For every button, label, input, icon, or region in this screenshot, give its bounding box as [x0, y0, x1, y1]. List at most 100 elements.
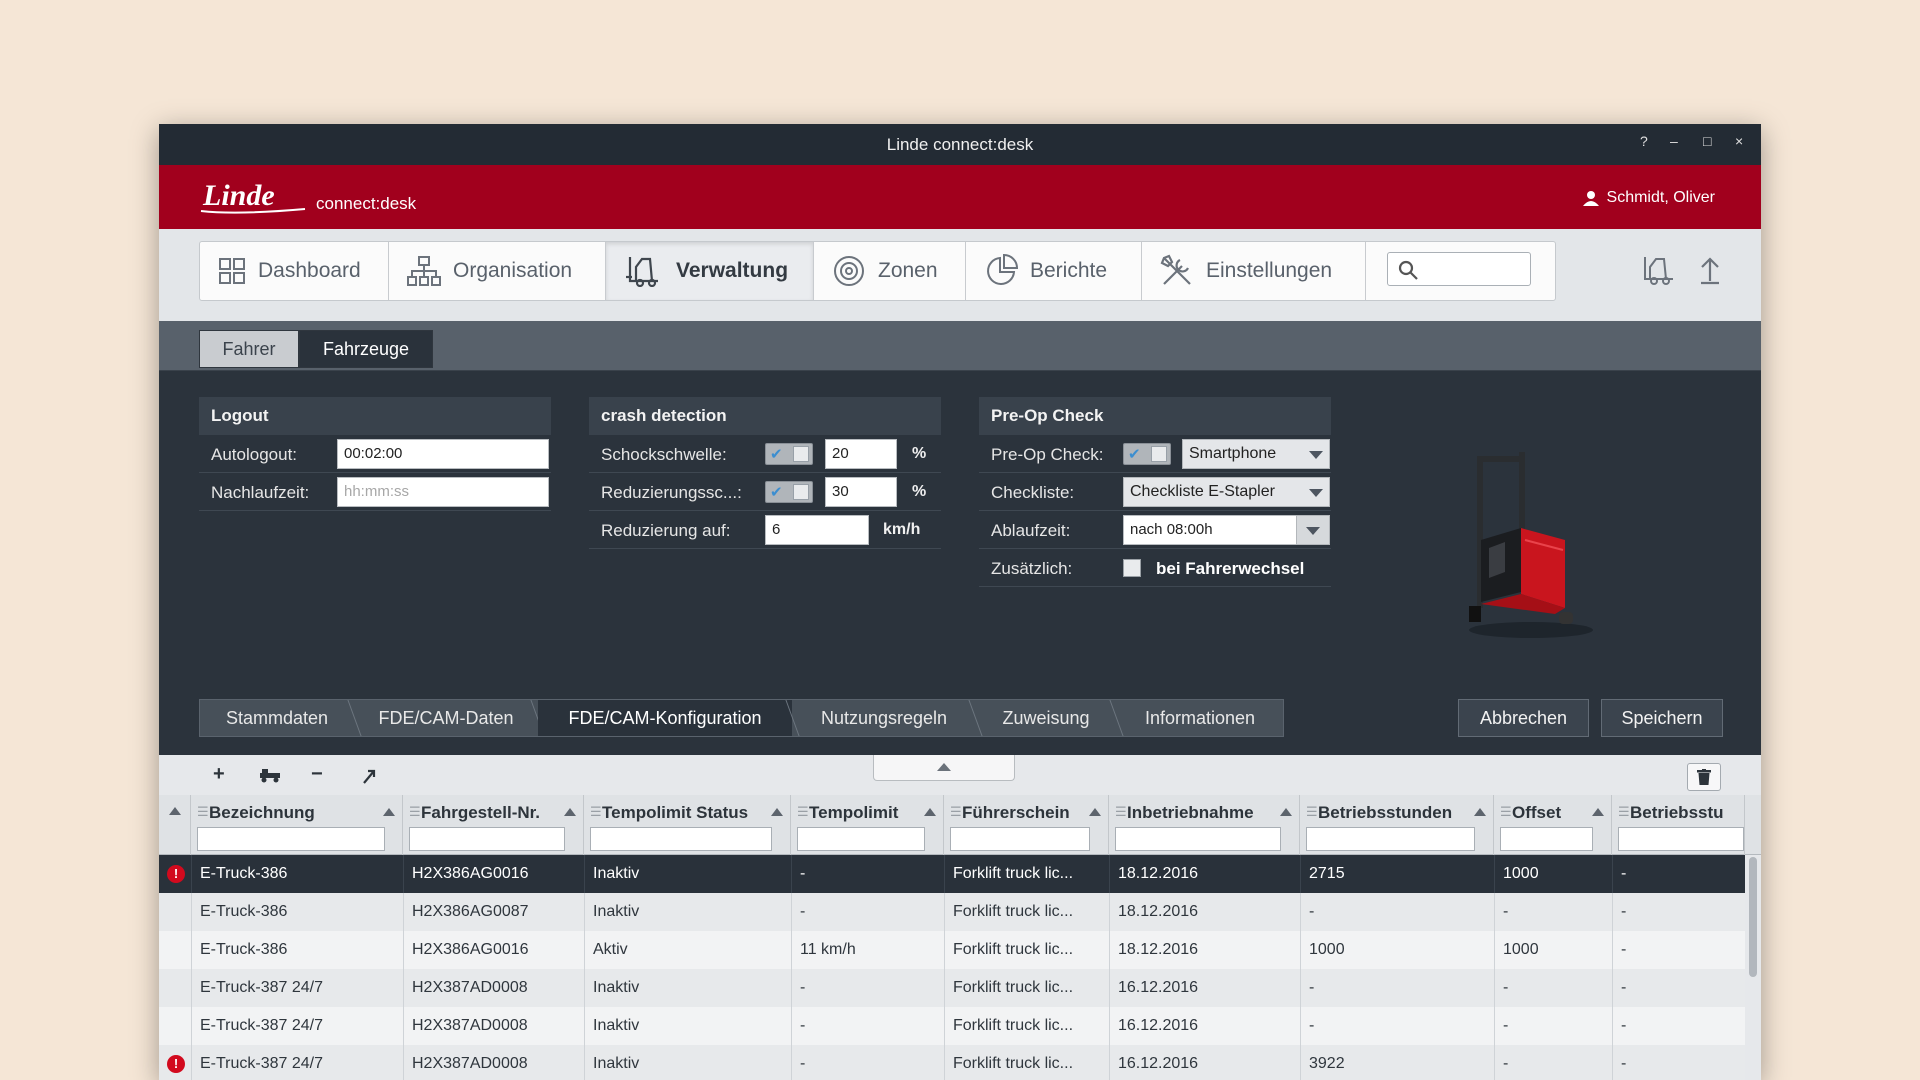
filter-input[interactable]	[1306, 827, 1475, 851]
save-button[interactable]: Speichern	[1601, 699, 1723, 737]
chevron-down-icon	[1309, 489, 1323, 497]
user-icon	[1582, 191, 1599, 206]
main-nav-area: Dashboard Organisation Verwaltung Zonen …	[159, 229, 1761, 321]
ablaufzeit-field[interactable]: nach 08:00h	[1123, 515, 1297, 545]
add-row-button[interactable]: +	[213, 763, 225, 786]
nav-einstellungen[interactable]: Einstellungen	[1142, 242, 1366, 300]
tab-fahrer[interactable]: Fahrer	[199, 330, 299, 368]
reduzierung-auf-field[interactable]: 6	[765, 515, 869, 545]
table-row[interactable]: E-Truck-387 24/7 H2X387AD0008 Inaktiv - Fork…	[159, 1007, 1745, 1045]
step-nutzungsregeln[interactable]: Nutzungsregeln	[793, 700, 975, 736]
ablaufzeit-label: Ablaufzeit:	[991, 521, 1071, 540]
truck-icon[interactable]	[1641, 255, 1677, 285]
brand-bar: Linde connect:desk Schmidt, Oliver	[159, 165, 1761, 229]
header-bezeichnung[interactable]: ☰ Bezeichnung	[191, 795, 403, 855]
filter-input[interactable]	[197, 827, 385, 851]
fahrerwechsel-checkbox[interactable]	[1123, 559, 1141, 577]
trash-icon	[1697, 769, 1711, 785]
step-fde-cam-daten[interactable]: FDE/CAM-Daten	[355, 700, 537, 736]
table-cell: -	[1612, 893, 1745, 931]
header-fuehrerschein[interactable]: ☰ Führerschein	[944, 795, 1109, 855]
checkliste-label: Checkliste:	[991, 483, 1075, 502]
autologout-field[interactable]: 00:02:00	[337, 439, 549, 469]
help-icon[interactable]: ?	[1640, 133, 1648, 149]
filter-input[interactable]	[1115, 827, 1281, 851]
panel-title: Logout	[199, 397, 551, 435]
header-status-col[interactable]	[159, 795, 191, 855]
header-inbetriebnahme[interactable]: ☰ Inbetriebnahme	[1109, 795, 1300, 855]
ablaufzeit-dropdown-button[interactable]	[1296, 515, 1330, 545]
pre-op-check-toggle[interactable]: ✔	[1123, 443, 1171, 465]
collapse-toggle[interactable]	[873, 755, 1015, 781]
close-icon[interactable]: ×	[1735, 133, 1743, 149]
sub-tabs: Fahrer Fahrzeuge	[159, 321, 1761, 371]
nav-dashboard[interactable]: Dashboard	[200, 242, 389, 300]
checkliste-dropdown[interactable]: Checkliste E-Stapler	[1123, 477, 1330, 507]
table-cell: -	[1612, 969, 1745, 1007]
filter-input[interactable]	[409, 827, 565, 851]
table-row[interactable]: ! E-Truck-386 H2X386AG0016 Inaktiv - Forklift…	[159, 855, 1745, 893]
step-stammdaten[interactable]: Stammdaten	[200, 700, 354, 736]
table-cell: E-Truck-386	[191, 931, 403, 969]
nav-verwaltung[interactable]: Verwaltung	[606, 242, 814, 300]
tab-fahrzeuge[interactable]: Fahrzeuge	[299, 330, 433, 368]
table-cell: Forklift truck lic...	[944, 893, 1109, 931]
step-informationen[interactable]: Informationen	[1117, 700, 1283, 736]
app-name: connect:desk	[316, 194, 417, 213]
nav-zonen[interactable]: Zonen	[814, 242, 966, 300]
table-cell: Forklift truck lic...	[944, 1045, 1109, 1080]
table-cell: Inaktiv	[584, 893, 791, 931]
header-offset[interactable]: ☰ Offset	[1494, 795, 1612, 855]
remove-row-button[interactable]: −	[311, 763, 323, 786]
dashboard-grid-icon	[219, 258, 245, 284]
pre-op-device-dropdown[interactable]: Smartphone	[1182, 439, 1330, 469]
undo-icon[interactable]	[361, 765, 377, 785]
check-icon: ✔	[770, 446, 783, 463]
cancel-button[interactable]: Abbrechen	[1458, 699, 1589, 737]
step-fde-cam-konfiguration[interactable]: FDE/CAM-Konfiguration	[538, 700, 792, 736]
minimize-icon[interactable]: –	[1670, 133, 1678, 149]
nav-label: Organisation	[453, 259, 573, 282]
nav-organisation[interactable]: Organisation	[389, 242, 606, 300]
table-row[interactable]: E-Truck-386 H2X386AG0087 Inaktiv - Forklift …	[159, 893, 1745, 931]
table-row[interactable]: ! E-Truck-387 24/7 H2X387AD0008 Inaktiv - For…	[159, 1045, 1745, 1080]
upload-icon[interactable]	[1699, 255, 1721, 285]
table-cell: 16.12.2016	[1109, 969, 1300, 1007]
header-tempolimit-status[interactable]: ☰ Tempolimit Status	[584, 795, 791, 855]
table-row[interactable]: E-Truck-386 H2X386AG0016 Aktiv 11 km/h Forkl…	[159, 931, 1745, 969]
title-bar: Linde connect:desk ? – □ ×	[159, 124, 1761, 165]
table-cell: Inaktiv	[584, 969, 791, 1007]
app-window: Linde connect:desk ? – □ × Linde connect…	[159, 124, 1761, 1080]
reduzierungsschwelle-label: Reduzierungssc...:	[601, 483, 742, 502]
reduzierungsschwelle-field[interactable]: 30	[825, 477, 897, 507]
search-input[interactable]	[1387, 252, 1531, 286]
user-menu[interactable]: Schmidt, Oliver	[1582, 189, 1715, 207]
step-zuweisung[interactable]: Zuweisung	[976, 700, 1116, 736]
reduzierungsschwelle-toggle[interactable]: ✔	[765, 481, 813, 503]
truck-edit-icon[interactable]	[258, 767, 282, 783]
filter-input[interactable]	[1618, 827, 1744, 851]
maximize-icon[interactable]: □	[1703, 133, 1711, 149]
filter-input[interactable]	[1500, 827, 1593, 851]
schockschwelle-toggle[interactable]: ✔	[765, 443, 813, 465]
table-row[interactable]: E-Truck-387 24/7 H2X387AD0008 Inaktiv - Fork…	[159, 969, 1745, 1007]
filter-input[interactable]	[797, 827, 925, 851]
vertical-scrollbar[interactable]	[1745, 855, 1761, 1080]
table-cell: 3922	[1300, 1045, 1494, 1080]
schockschwelle-field[interactable]: 20	[825, 439, 897, 469]
scrollbar-thumb[interactable]	[1749, 857, 1757, 977]
nachlaufzeit-field[interactable]: hh:mm:ss	[337, 477, 549, 507]
header-betriebsstunden[interactable]: ☰ Betriebsstunden	[1300, 795, 1494, 855]
filter-input[interactable]	[950, 827, 1090, 851]
nav-berichte[interactable]: Berichte	[966, 242, 1142, 300]
header-tempolimit[interactable]: ☰ Tempolimit	[791, 795, 944, 855]
table-cell: -	[791, 969, 944, 1007]
header-betriebsstunden-2[interactable]: ☰ Betriebsstu	[1612, 795, 1745, 855]
filter-input[interactable]	[590, 827, 772, 851]
nav-label: Verwaltung	[676, 259, 789, 282]
delete-button[interactable]	[1687, 763, 1721, 791]
forklift-icon	[626, 257, 658, 287]
panel-title: Pre-Op Check	[979, 397, 1331, 435]
header-fahrgestell-nr[interactable]: ☰ Fahrgestell-Nr.	[403, 795, 584, 855]
table-cell: -	[1612, 855, 1745, 893]
